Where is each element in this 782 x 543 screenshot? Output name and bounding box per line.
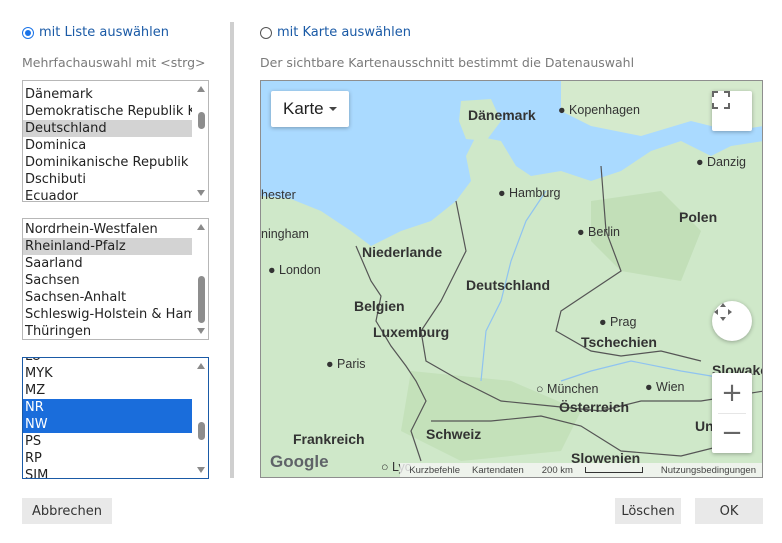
scrollbar[interactable] [194,219,208,339]
cancel-button[interactable]: Abbrechen [22,498,112,524]
map-label-country: Niederlande [362,244,443,260]
radio-button-map[interactable] [260,26,272,39]
zoom-separator [718,413,746,414]
map-view[interactable]: Dänemark ● Kopenhagen ● Danzig hester ● … [260,80,763,478]
google-logo: Google [270,452,329,471]
fullscreen-button[interactable] [712,91,752,131]
radio-list-label: mit Liste auswählen [39,25,170,40]
scroll-up-icon[interactable] [197,363,205,369]
list-item-selected[interactable]: NW [23,416,192,433]
scale-indicator[interactable]: 200 km [536,465,649,476]
scroll-down-icon[interactable] [197,190,205,196]
zoom-control: + − [712,373,752,453]
map-label-city: ● Prag [599,315,637,329]
list-item[interactable]: RP [23,450,192,467]
list-item[interactable]: Nordrhein-Westfalen [23,221,192,238]
scale-bar [584,466,643,473]
camera-control-icon [714,303,732,321]
list-item[interactable]: Dominikanische Republik [23,154,192,171]
map-label-city: ● London [268,263,321,277]
scrollbar[interactable] [194,358,208,478]
list-item[interactable]: LU [23,358,192,365]
list-item-selected[interactable]: NR [23,399,192,416]
caret-down-icon [328,107,337,111]
keyboard-shortcuts-link[interactable]: Kurzbefehle [409,465,460,476]
radio-button-list[interactable] [22,26,34,39]
scrollbar[interactable] [194,81,208,201]
list-item[interactable]: Sachsen-Anhalt [23,289,192,306]
scroll-down-icon[interactable] [197,467,205,473]
country-listbox[interactable]: Dänemark Demokratische Republik Kongo De… [22,80,209,202]
list-item-selected[interactable]: Rheinland-Pfalz [23,238,192,255]
map-label-city: ● Berlin [577,225,620,239]
map-type-button[interactable]: Karte [271,91,349,127]
list-item[interactable]: Saarland [23,255,192,272]
map-label-country: Deutschland [466,277,551,293]
code-listbox[interactable]: LU MYK MZ NR NW PS RP SIM [22,357,209,479]
list-item[interactable]: PS [23,433,192,450]
scroll-thumb[interactable] [198,276,205,323]
ok-button[interactable]: OK [695,498,763,524]
map-attribution: Kurzbefehle Kartendaten 200 km Nutzungsb… [400,463,762,477]
code-list: LU MYK MZ NR NW PS RP SIM [23,358,192,478]
map-label-city: ● Kopenhagen [558,103,640,117]
map-label-country: Schweiz [426,426,482,442]
zoom-in-button[interactable]: + [712,373,752,413]
list-hint: Mehrfachauswahl mit <strg> [22,55,206,70]
map-label-country: Tschechien [581,334,657,350]
list-item[interactable]: Sachsen [23,272,192,289]
clear-button[interactable]: Löschen [615,498,681,524]
map-label-city: ● Paris [326,357,366,371]
map-label-country: Frankreich [293,431,365,447]
camera-control-button[interactable] [712,301,752,341]
panel-divider [230,22,234,478]
map-label-country: Dänemark [468,107,536,123]
list-item[interactable]: MYK [23,365,192,382]
list-item[interactable]: MZ [23,382,192,399]
map-label-country: Österreich [559,399,630,415]
list-item[interactable]: Dschibuti [23,171,192,188]
map-label-country: Belgien [354,298,405,314]
list-item[interactable]: SIM [23,467,192,478]
state-listbox[interactable]: Nordrhein-Westfalen Rheinland-Pfalz Saar… [22,218,209,340]
list-item-selected[interactable]: Deutschland [23,120,192,137]
fullscreen-icon [712,91,730,109]
map-label-city: ningham [261,227,309,241]
map-label-country: Un [695,418,714,434]
radio-map-label: mit Karte auswählen [277,25,412,40]
list-item[interactable]: Schleswig-Holstein & Hamburg [23,306,192,323]
map-label-city: ● Danzig [696,155,746,169]
zoom-out-button[interactable]: − [712,413,752,453]
map-label-city: ● Hamburg [498,186,561,200]
radio-list-select[interactable]: mit Liste auswählen [22,25,169,40]
map-label-country: Luxemburg [373,324,450,340]
map-label-country: Polen [679,209,718,225]
scroll-up-icon[interactable] [197,86,205,92]
map-hint: Der sichtbare Kartenausschnitt bestimmt … [260,55,635,70]
map-label-city: hester [261,188,296,202]
map-type-label: Karte [283,99,324,118]
list-item[interactable]: Thüringen [23,323,192,339]
list-item[interactable]: Ecuador [23,188,192,201]
scroll-up-icon[interactable] [197,224,205,230]
radio-map-select[interactable]: mit Karte auswählen [260,25,411,40]
scroll-thumb[interactable] [198,422,205,440]
map-label-city: ● Wien [645,380,685,394]
scroll-down-icon[interactable] [197,328,205,334]
country-list: Dänemark Demokratische Republik Kongo De… [23,86,192,201]
map-label-city: ○ München [536,382,599,396]
terms-link[interactable]: Nutzungsbedingungen [661,465,756,476]
state-list: Nordrhein-Westfalen Rheinland-Pfalz Saar… [23,221,192,339]
map-data-link[interactable]: Kartendaten [472,465,524,476]
list-item[interactable]: Dominica [23,137,192,154]
scroll-thumb[interactable] [198,112,205,129]
list-item[interactable]: Dänemark [23,86,192,103]
list-item[interactable]: Demokratische Republik Kongo [23,103,192,120]
